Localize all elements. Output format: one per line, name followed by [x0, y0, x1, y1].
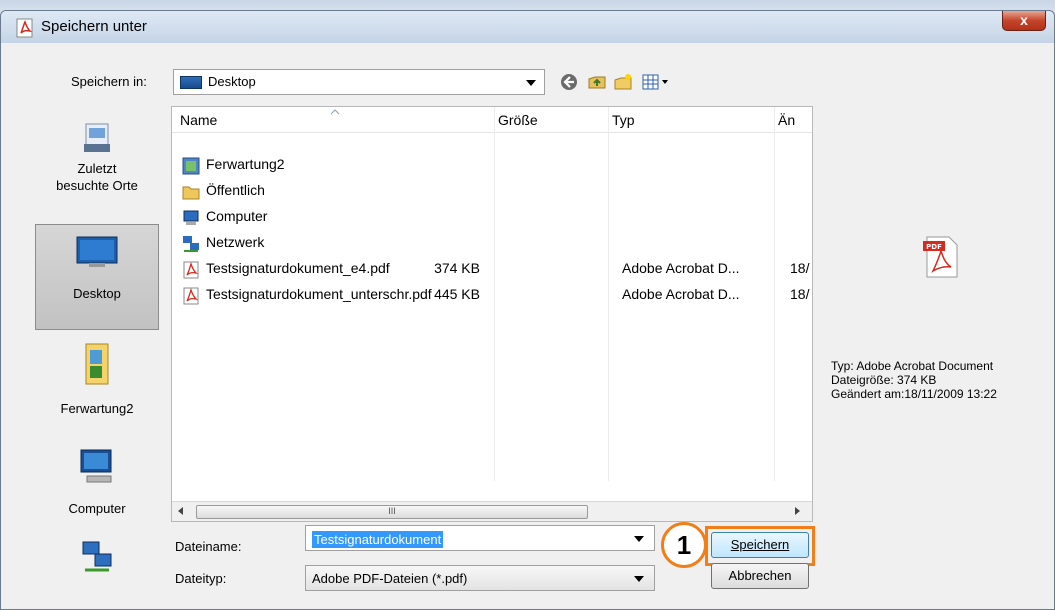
pdf-icon — [16, 18, 33, 38]
chevron-down-icon[interactable] — [634, 576, 644, 582]
filetype-select[interactable]: Adobe PDF-Dateien (*.pdf) — [305, 565, 655, 591]
save-in-dropdown[interactable]: Desktop — [173, 69, 545, 95]
save-as-dialog: Speichern unter x Speichern in: Desktop — [0, 10, 1055, 610]
pdf-preview-icon: PDF — [923, 236, 958, 278]
pdf-icon — [183, 261, 199, 279]
place-user-folder-label: Ferwartung2 — [60, 401, 134, 416]
chevron-down-icon[interactable] — [634, 536, 644, 542]
horizontal-scrollbar[interactable]: III — [172, 501, 812, 521]
save-in-label: Speichern in: — [71, 74, 147, 89]
place-computer-label: Computer — [68, 501, 126, 516]
filetype-value: Adobe PDF-Dateien (*.pdf) — [312, 571, 468, 586]
user-folder-icon — [85, 343, 109, 385]
places-bar: Zuletzt besuchte Orte Desktop Ferwartung… — [35, 106, 159, 606]
file-name: Netzwerk — [206, 234, 265, 250]
user-folder-icon — [182, 157, 200, 175]
preview-modified: Geändert am:18/11/2009 13:22 — [831, 387, 997, 401]
file-list[interactable]: Name Größe Typ Än Ferwartung2 Öffentlich… — [171, 106, 813, 522]
column-divider — [774, 107, 775, 481]
place-network[interactable] — [35, 536, 159, 596]
place-recent-label-1: Zuletzt — [77, 161, 117, 176]
close-button[interactable]: x — [1002, 11, 1046, 31]
place-recent-label-2: besuchte Orte — [56, 178, 138, 193]
file-size: 445 KB — [434, 286, 480, 302]
place-computer[interactable]: Computer — [35, 444, 159, 530]
column-header-name[interactable]: Name — [180, 112, 217, 128]
desktop-icon — [76, 236, 118, 267]
network-icon — [82, 541, 112, 572]
network-icon — [183, 236, 199, 252]
view-menu-icon[interactable] — [641, 72, 671, 92]
scroll-right-arrow-icon[interactable] — [795, 507, 800, 515]
place-desktop[interactable]: Desktop — [35, 224, 159, 330]
file-name: Testsignaturdokument_unterschr.pdf — [206, 286, 432, 302]
cancel-button[interactable]: Abbrechen — [711, 563, 809, 589]
list-header: Name Größe Typ Än — [172, 107, 812, 133]
file-name: Computer — [206, 208, 268, 224]
up-folder-icon[interactable] — [587, 72, 607, 92]
filename-value: Testsignaturdokument — [312, 531, 444, 548]
save-button[interactable]: Speichern — [711, 532, 809, 558]
file-type: Adobe Acrobat D... — [622, 260, 740, 276]
save-in-value: Desktop — [208, 74, 256, 89]
file-size: 374 KB — [434, 260, 480, 276]
scroll-left-arrow-icon[interactable] — [178, 507, 183, 515]
list-item[interactable]: Computer — [182, 205, 482, 231]
filetype-label: Dateityp: — [175, 571, 227, 586]
place-recent[interactable]: Zuletzt besuchte Orte — [35, 116, 159, 216]
file-name: Öffentlich — [206, 182, 265, 198]
recent-places-icon — [84, 123, 110, 152]
file-type: Adobe Acrobat D... — [622, 286, 740, 302]
file-name: Testsignaturdokument_e4.pdf — [206, 260, 390, 276]
column-divider — [608, 107, 609, 481]
list-item[interactable]: Netzwerk — [182, 231, 482, 257]
callout-badge: 1 — [661, 522, 707, 568]
computer-icon — [183, 210, 199, 225]
column-header-size[interactable]: Größe — [498, 112, 538, 128]
column-header-modified[interactable]: Än — [778, 112, 795, 128]
file-name: Ferwartung2 — [206, 156, 285, 172]
list-item[interactable]: Öffentlich — [182, 179, 482, 205]
new-folder-icon[interactable] — [613, 72, 633, 92]
filename-input[interactable]: Testsignaturdokument — [305, 525, 655, 551]
filename-label: Dateiname: — [175, 539, 242, 554]
preview-details: Typ: Adobe Acrobat Document Dateigröße: … — [831, 359, 997, 401]
computer-icon — [80, 449, 112, 483]
svg-text:PDF: PDF — [926, 243, 942, 251]
folder-icon — [182, 186, 200, 200]
file-modified: 18/ — [790, 286, 810, 302]
file-modified: 18/ — [790, 260, 810, 276]
chevron-down-icon[interactable] — [526, 80, 536, 86]
title-bar: Speichern unter x — [1, 11, 1054, 43]
sort-ascending-icon — [330, 109, 340, 115]
back-icon[interactable] — [559, 72, 579, 92]
desktop-icon — [180, 76, 202, 89]
window-title: Speichern unter — [41, 18, 147, 35]
scrollbar-thumb[interactable]: III — [196, 505, 588, 519]
column-header-type[interactable]: Typ — [612, 112, 635, 128]
pdf-icon — [183, 287, 199, 305]
list-item[interactable]: Ferwartung2 — [182, 153, 482, 179]
preview-size: Dateigröße: 374 KB — [831, 373, 937, 387]
place-desktop-label: Desktop — [73, 286, 121, 301]
preview-type: Typ: Adobe Acrobat Document — [831, 359, 994, 373]
place-user-folder[interactable]: Ferwartung2 — [35, 338, 159, 434]
